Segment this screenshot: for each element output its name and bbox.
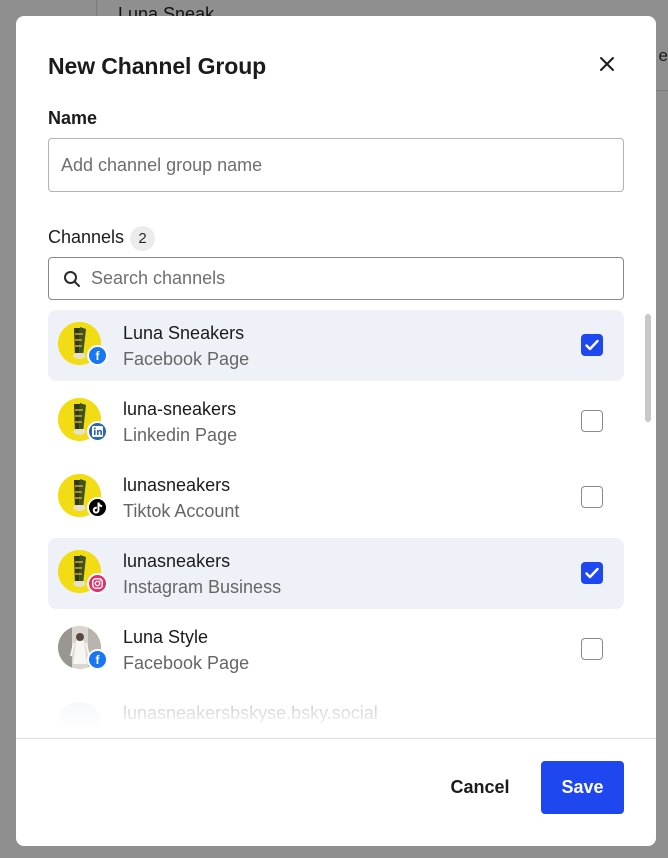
- instagram-icon: [87, 573, 108, 594]
- channel-row[interactable]: lunasneakers Tiktok Account: [48, 462, 624, 533]
- channels-label: Channels: [48, 227, 125, 247]
- channel-name: lunasneakers: [123, 551, 231, 571]
- channel-checkbox[interactable]: [581, 334, 603, 356]
- channel-type: Facebook Page: [123, 653, 250, 673]
- save-button[interactable]: Save: [541, 761, 624, 814]
- svg-text:f: f: [96, 349, 101, 362]
- channel-name: Luna Sneakers: [123, 323, 245, 343]
- dialog-title: New Channel Group: [48, 53, 267, 79]
- name-label: Name: [48, 108, 98, 128]
- search-input[interactable]: [91, 258, 611, 299]
- channel-checkbox[interactable]: [581, 486, 603, 508]
- channel-row[interactable]: luna-sneakers Linkedin Page: [48, 386, 624, 457]
- channel-row[interactable]: f Luna Style Facebook Page: [48, 614, 624, 685]
- channel-type: Linkedin Page: [123, 425, 238, 445]
- search-icon: [64, 271, 80, 287]
- close-button[interactable]: [596, 53, 618, 75]
- search-field[interactable]: [48, 257, 624, 300]
- footer-divider: [16, 738, 656, 739]
- channel-checkbox[interactable]: [581, 638, 603, 660]
- channel-name: lunasneakers: [123, 475, 231, 495]
- check-icon: [585, 339, 599, 351]
- cancel-button[interactable]: Cancel: [436, 761, 524, 814]
- channel-row[interactable]: lunasneakers Instagram Business: [48, 538, 624, 609]
- tiktok-icon: [87, 497, 108, 518]
- channel-list[interactable]: f Luna Sneakers Facebook Page luna-sneakers…: [16, 308, 656, 738]
- channel-row[interactable]: f Luna Sneakers Facebook Page: [48, 310, 624, 381]
- channel-checkbox[interactable]: [581, 562, 603, 584]
- channel-type: Instagram Business: [123, 577, 282, 597]
- check-icon: [585, 567, 599, 579]
- new-channel-group-dialog: New Channel Group Name Channels 2 f Luna …: [16, 16, 656, 846]
- close-icon: [600, 57, 614, 71]
- channel-type: Tiktok Account: [123, 501, 240, 521]
- channel-group-name-input[interactable]: [48, 138, 624, 192]
- facebook-icon: f: [87, 345, 108, 366]
- facebook-icon: f: [87, 649, 108, 670]
- linkedin-icon: [87, 421, 108, 442]
- channel-name: luna-sneakers: [123, 399, 237, 419]
- channel-checkbox[interactable]: [581, 410, 603, 432]
- list-fade: [16, 688, 656, 738]
- svg-text:f: f: [96, 653, 101, 666]
- selected-count-badge: 2: [130, 226, 155, 251]
- channel-name: Luna Style: [123, 627, 209, 647]
- scrollbar[interactable]: [645, 314, 651, 422]
- channel-type: Facebook Page: [123, 349, 250, 369]
